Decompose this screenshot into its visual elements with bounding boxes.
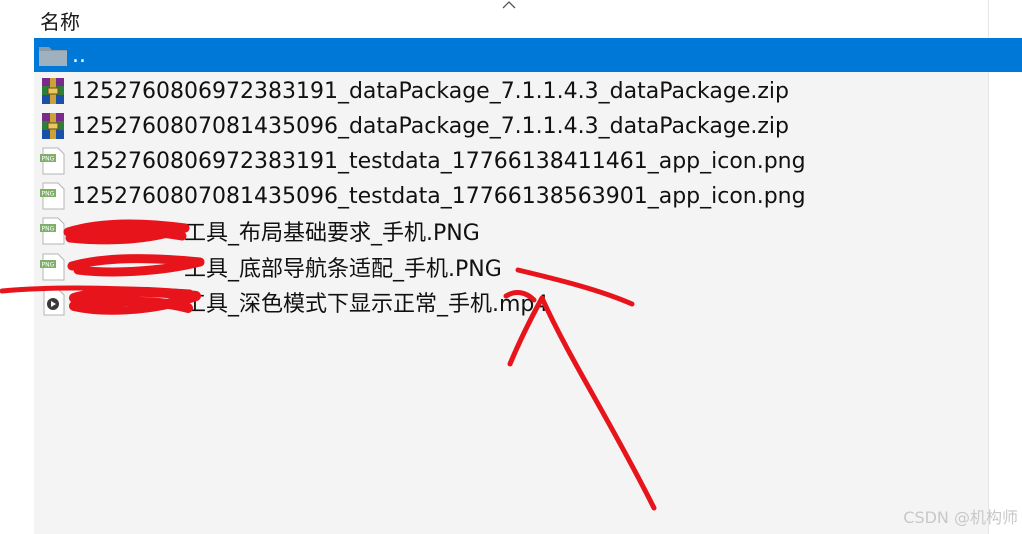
sort-ascending-icon[interactable]	[501, 0, 517, 10]
list-item-label: 工具_底部导航条适配_手机.PNG	[184, 257, 502, 282]
list-item-label: 1252760806972383191_dataPackage_7.1.1.4.…	[72, 78, 790, 104]
png-file-icon: PNG	[38, 216, 68, 246]
list-item-label: 工具_深色模式下显示正常_手机.mp4	[184, 292, 549, 317]
list-item-label: 1252760807081435096_testdata_17766138563…	[72, 183, 806, 209]
list-item[interactable]: PNG 1252760806972383191_testdata_1776613…	[34, 144, 988, 178]
png-file-icon: PNG	[38, 252, 68, 282]
list-item-parent-folder[interactable]: ..	[34, 38, 1022, 72]
file-explorer-window: 名称 .. 1252760806972383191_dataPackage_7.…	[0, 0, 1022, 534]
name-column-header[interactable]: 名称	[40, 6, 80, 35]
svg-text:PNG: PNG	[42, 156, 55, 163]
list-item[interactable]: 1252760806972383191_dataPackage_7.1.1.4.…	[34, 74, 988, 108]
watermark: CSDN @机构师	[903, 508, 1018, 527]
list-item[interactable]: PNG 工具_布局基础要求_手机.PNG	[34, 214, 988, 248]
list-item[interactable]: 1252760807081435096_dataPackage_7.1.1.4.…	[34, 109, 988, 143]
column-header: 名称	[0, 0, 988, 38]
zip-archive-icon	[38, 76, 68, 106]
zip-archive-icon	[38, 111, 68, 141]
png-file-icon: PNG	[38, 181, 68, 211]
file-list: .. 1252760806972383191_dataPackage_7.1.1…	[34, 38, 1022, 534]
scrollbar-area[interactable]	[988, 0, 1022, 534]
svg-text:PNG: PNG	[42, 262, 55, 269]
list-item-label: 工具_布局基础要求_手机.PNG	[184, 221, 480, 246]
list-item-label: 1252760806972383191_testdata_17766138411…	[72, 148, 806, 174]
list-item[interactable]: 工具_深色模式下显示正常_手机.mp4	[34, 285, 988, 319]
list-item-label: 1252760807081435096_dataPackage_7.1.1.4.…	[72, 113, 790, 139]
png-file-icon: PNG	[38, 146, 68, 176]
folder-icon	[38, 40, 68, 70]
list-item[interactable]: PNG 1252760807081435096_testdata_1776613…	[34, 179, 988, 213]
svg-text:PNG: PNG	[42, 191, 55, 198]
list-item[interactable]: PNG 工具_底部导航条适配_手机.PNG	[34, 250, 988, 284]
video-file-icon	[38, 287, 68, 317]
list-item-label: ..	[72, 42, 86, 68]
svg-text:PNG: PNG	[42, 226, 55, 233]
